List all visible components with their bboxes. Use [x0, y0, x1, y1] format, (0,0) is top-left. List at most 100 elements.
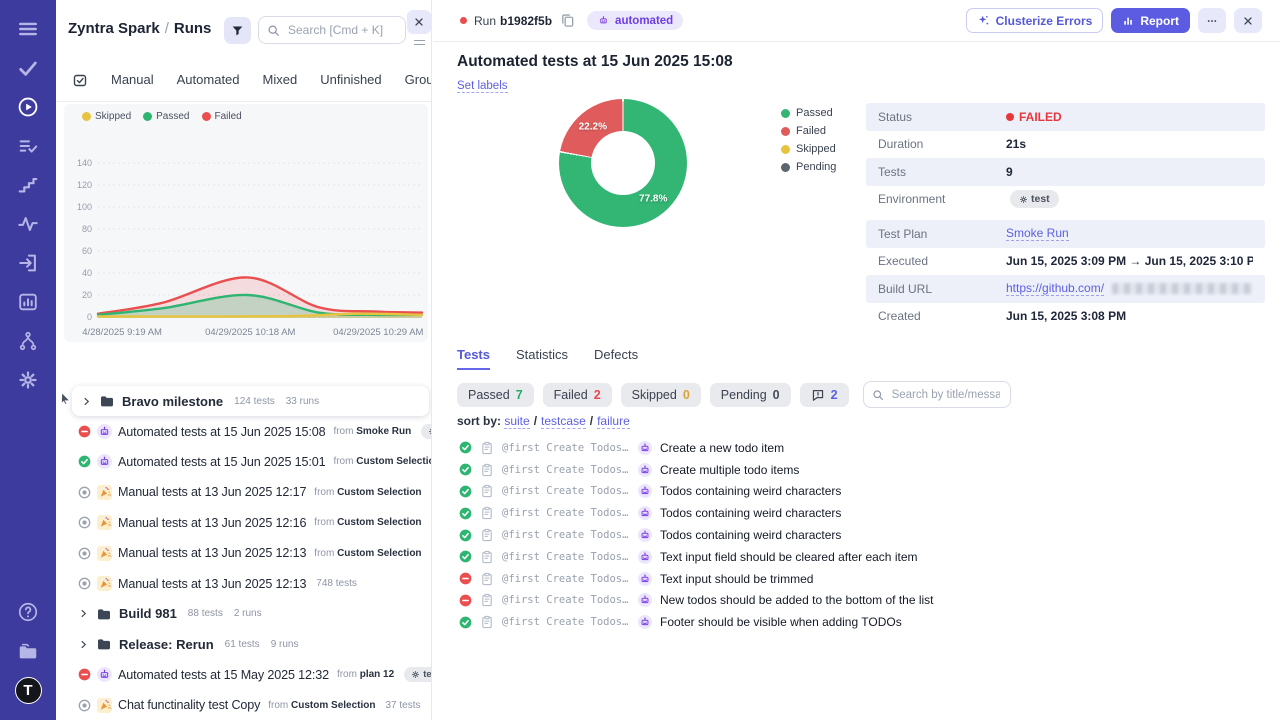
tab-unfinished[interactable]: Unfinished — [320, 72, 381, 87]
filter-chip-skipped[interactable]: Skipped0 — [621, 383, 701, 407]
select-runs-icon[interactable] — [72, 72, 88, 88]
automated-test-icon — [638, 441, 652, 455]
tab-defects[interactable]: Defects — [594, 347, 638, 370]
sidebar-pulse-icon[interactable] — [16, 211, 41, 236]
automated-badge-label: automated — [615, 15, 673, 27]
sidebar-menu-icon[interactable] — [16, 16, 41, 41]
legend-item-passed[interactable]: Passed — [143, 111, 189, 122]
test-row[interactable]: @first Create Todos…Text input should be… — [459, 568, 1259, 590]
test-row[interactable]: @first Create Todos…Create a new todo it… — [459, 437, 1259, 459]
runs-search-input[interactable] — [286, 22, 397, 38]
donut-legend-item-passed[interactable]: Passed — [781, 107, 836, 119]
app-logo[interactable]: T — [15, 677, 42, 704]
report-button[interactable]: Report — [1111, 8, 1190, 33]
donut-slice-label-passed: 77.8% — [639, 194, 667, 205]
search-icon — [872, 389, 884, 401]
test-row[interactable]: @first Create Todos…Footer should be vis… — [459, 611, 1259, 633]
filter-chip-pending[interactable]: Pending0 — [710, 383, 791, 407]
test-title: Footer should be visible when adding TOD… — [660, 615, 902, 629]
run-source: from Custom Selection — [314, 487, 421, 498]
filter-chip-failed[interactable]: Failed2 — [543, 383, 612, 407]
sidebar-branch-icon[interactable] — [16, 328, 41, 353]
test-row[interactable]: @first Create Todos…Todos containing wei… — [459, 481, 1259, 503]
run-row[interactable]: Manual tests at 13 Jun 2025 12:13748 tes… — [56, 568, 431, 598]
test-row[interactable]: @first Create Todos…Text input field sho… — [459, 546, 1259, 568]
runs-panel-close-button[interactable] — [407, 10, 431, 34]
environment-badge[interactable]: test — [421, 424, 431, 439]
run-folder-row[interactable]: Bravo milestone124 tests33 runs — [72, 386, 429, 416]
sidebar-help-icon[interactable] — [16, 599, 41, 624]
sidebar-analytics-icon[interactable] — [16, 289, 41, 314]
breadcrumb-project[interactable]: Zyntra Spark — [68, 20, 160, 37]
donut-legend-item-failed[interactable]: Failed — [781, 125, 836, 137]
clipboard-icon — [480, 463, 494, 477]
status-failed-icon — [78, 425, 91, 438]
run-row[interactable]: Chat functinality test Copyfrom Custom S… — [56, 690, 431, 720]
ellipsis-icon — [1206, 15, 1218, 27]
status-passed-icon — [459, 485, 472, 498]
environment-badge[interactable]: test — [1010, 190, 1059, 208]
sidebar-check-icon[interactable] — [16, 55, 41, 80]
set-labels-link[interactable]: Set labels — [457, 80, 508, 93]
tab-statistics[interactable]: Statistics — [516, 347, 568, 370]
tab-automated[interactable]: Automated — [177, 72, 240, 87]
sidebar-list-check-icon[interactable] — [16, 133, 41, 158]
automated-badge[interactable]: automated — [587, 11, 683, 30]
sidebar-import-icon[interactable] — [16, 250, 41, 275]
status-value: FAILED — [1006, 110, 1062, 124]
detail-row: Environmenttest — [866, 186, 1265, 214]
manual-icon — [97, 546, 112, 561]
tab-manual[interactable]: Manual — [111, 72, 154, 87]
run-row[interactable]: Automated tests at 15 May 2025 12:32from… — [56, 660, 431, 690]
test-row[interactable]: @first Create Todos…Todos containing wei… — [459, 524, 1259, 546]
donut-legend-item-pending[interactable]: Pending — [781, 161, 836, 173]
test-row[interactable]: @first Create Todos…Todos containing wei… — [459, 502, 1259, 524]
tab-mixed[interactable]: Mixed — [263, 72, 298, 87]
test-row[interactable]: @first Create Todos…New todos should be … — [459, 590, 1259, 612]
test-plan-link[interactable]: Smoke Run — [1006, 226, 1069, 241]
run-source: from Smoke Run — [333, 426, 411, 437]
legend-item-skipped[interactable]: Skipped — [82, 111, 131, 122]
run-row[interactable]: Manual tests at 13 Jun 2025 12:17from Cu… — [56, 477, 431, 507]
close-run-button[interactable] — [1234, 8, 1262, 33]
sort-controls: sort by: suite/testcase/failure — [457, 414, 630, 428]
sort-option-failure[interactable]: failure — [597, 414, 630, 429]
donut-legend-item-skipped[interactable]: Skipped — [781, 143, 836, 155]
panel-resize-handle[interactable] — [414, 40, 425, 45]
clipboard-icon — [480, 484, 494, 498]
environment-badge[interactable]: test — [404, 667, 431, 682]
more-options-button[interactable] — [1198, 8, 1226, 33]
tests-search-input[interactable] — [890, 388, 1002, 402]
run-row[interactable]: Automated tests at 15 Jun 2025 15:08from… — [56, 416, 431, 446]
run-title: Manual tests at 13 Jun 2025 12:13 — [118, 546, 306, 560]
copy-run-id-button[interactable] — [560, 13, 575, 28]
run-row[interactable]: Manual tests at 13 Jun 2025 12:13from Cu… — [56, 538, 431, 568]
legend-item-failed[interactable]: Failed — [202, 111, 242, 122]
sidebar-folders-icon[interactable] — [16, 638, 41, 663]
filter-chip-passed[interactable]: Passed7 — [457, 383, 534, 407]
test-title: Text input should be trimmed — [660, 572, 813, 586]
run-row[interactable]: Automated tests at 15 Jun 2025 15:01from… — [56, 447, 431, 477]
filter-chip-comments[interactable]: 2 — [800, 383, 849, 407]
clusterize-errors-button[interactable]: Clusterize Errors — [966, 8, 1104, 33]
sidebar-play-circle-icon[interactable] — [16, 94, 41, 119]
automated-icon — [97, 424, 112, 439]
run-folder-row[interactable]: Build 98188 tests2 runs — [56, 599, 431, 629]
sort-option-testcase[interactable]: testcase — [541, 414, 586, 429]
run-row[interactable]: Manual tests at 13 Jun 2025 12:16from Cu… — [56, 508, 431, 538]
status-passed-icon — [78, 455, 91, 468]
filter-button[interactable] — [224, 17, 251, 44]
sort-option-suite[interactable]: suite — [504, 414, 529, 429]
tab-groups[interactable]: Groups — [405, 72, 432, 87]
sidebar-steps-icon[interactable] — [16, 172, 41, 197]
sidebar-gear-icon[interactable] — [16, 367, 41, 392]
chip-count: 7 — [516, 388, 523, 402]
folder-name: Build 981 — [119, 606, 177, 621]
runs-filter-tabs: Manual Automated Mixed Unfinished Groups — [56, 58, 431, 102]
manual-icon — [97, 485, 112, 500]
run-folder-row[interactable]: Release: Rerun61 tests9 runs — [56, 629, 431, 659]
tab-tests[interactable]: Tests — [457, 347, 490, 370]
test-row[interactable]: @first Create Todos…Create multiple todo… — [459, 459, 1259, 481]
build-url-link[interactable]: https://github.com/ — [1006, 281, 1104, 296]
folder-runs-count: 33 runs — [286, 396, 319, 407]
